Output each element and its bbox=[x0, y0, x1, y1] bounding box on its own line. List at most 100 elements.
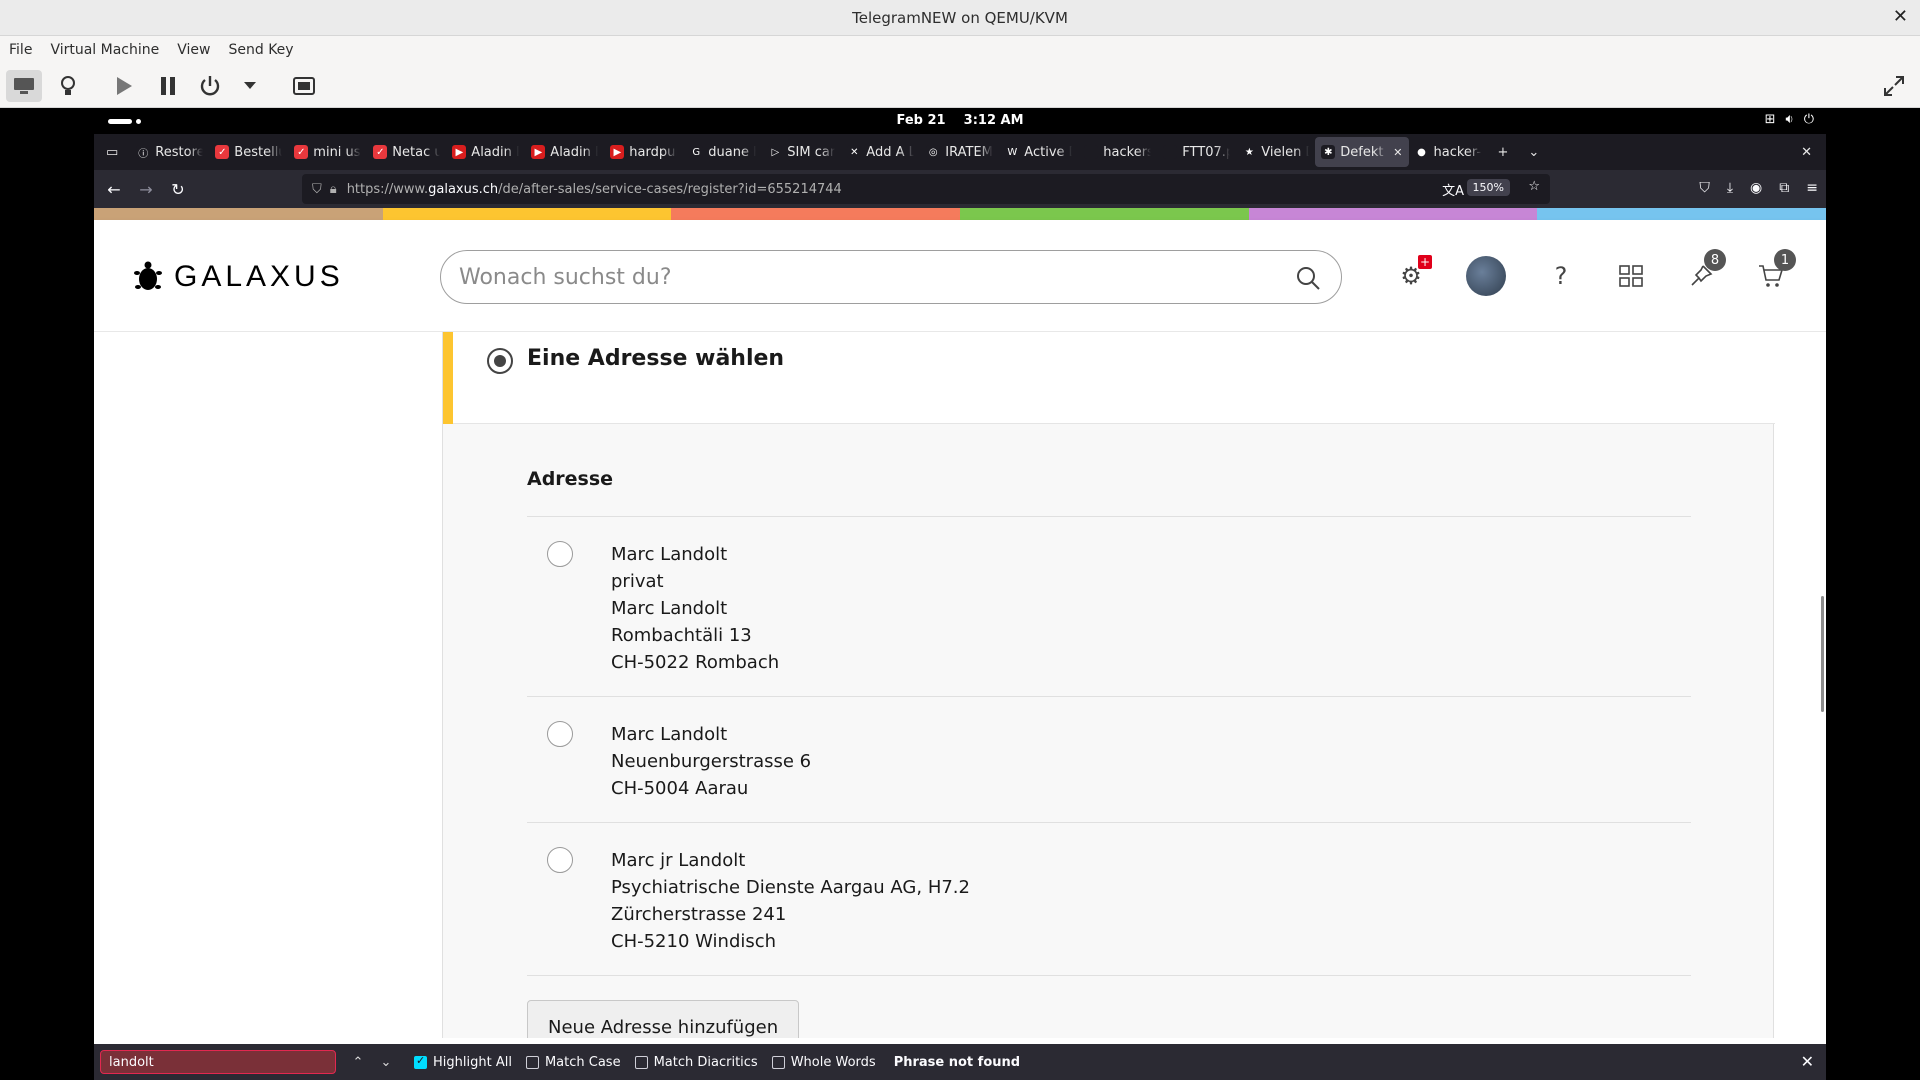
network-icon: ⊞ bbox=[1764, 112, 1776, 127]
gnome-clock[interactable]: Feb 21 3:12 AM bbox=[94, 113, 1826, 128]
app-menu-icon[interactable]: ≡ bbox=[1806, 180, 1818, 196]
system-tray[interactable]: ⊞ 🔉︎ ⏻ bbox=[1765, 112, 1814, 127]
browser-tab[interactable]: ✱ Defekt ✕ bbox=[1315, 137, 1409, 167]
snapshots-icon[interactable] bbox=[286, 70, 322, 102]
vm-close-icon[interactable]: ✕ bbox=[1893, 6, 1908, 27]
extensions-icon[interactable]: ⧉ bbox=[1779, 180, 1789, 196]
account-icon[interactable]: ◉ bbox=[1750, 180, 1762, 196]
address-line: Marc jr Landolt bbox=[611, 850, 746, 871]
browser-tab[interactable]: hackerscard bbox=[1078, 134, 1157, 170]
reload-icon[interactable]: ↻ bbox=[162, 180, 194, 199]
vm-menu-send-key[interactable]: Send Key bbox=[219, 42, 302, 58]
choose-address-radio[interactable] bbox=[487, 348, 513, 374]
find-next-icon[interactable]: ⌄ bbox=[372, 1055, 400, 1070]
tab-label: Active Di bbox=[1024, 144, 1072, 160]
power-menu-chevron-icon[interactable] bbox=[232, 70, 268, 102]
tab-favicon-icon bbox=[1163, 145, 1178, 159]
address-radio[interactable] bbox=[547, 847, 573, 873]
browser-tab[interactable]: ▶ Aladin E bbox=[446, 134, 525, 170]
vm-menu-virtual-machine[interactable]: Virtual Machine bbox=[41, 42, 168, 58]
tab-label: Netac us bbox=[392, 144, 441, 160]
add-new-address-button[interactable]: Neue Adresse hinzufügen bbox=[527, 1000, 800, 1038]
find-option-checkbox[interactable]: Match Diacritics bbox=[634, 1055, 758, 1070]
tab-label: Aladin E bbox=[550, 144, 599, 160]
fullscreen-icon[interactable] bbox=[1876, 70, 1912, 102]
downloads-icon[interactable]: ⤓ bbox=[1727, 180, 1733, 196]
address-line: Neuenburgerstrasse 6 bbox=[611, 751, 812, 772]
search-input[interactable]: Wonach suchst du? bbox=[440, 250, 1342, 304]
grid-menu-icon[interactable] bbox=[1616, 261, 1646, 291]
browser-tab[interactable]: ⓘ Restore S bbox=[130, 134, 209, 170]
checkbox-box[interactable] bbox=[634, 1055, 648, 1069]
tab-favicon-icon: ✓ bbox=[294, 145, 309, 159]
bookmark-star-icon[interactable]: ☆ bbox=[1528, 179, 1540, 194]
zoom-level[interactable]: 150% bbox=[1466, 179, 1510, 196]
power-icon[interactable] bbox=[192, 70, 228, 102]
pocket-icon[interactable]: ⛉ bbox=[1699, 180, 1710, 196]
back-icon[interactable]: ← bbox=[98, 180, 130, 199]
details-view-icon[interactable] bbox=[50, 70, 86, 102]
cart-icon[interactable]: 1 bbox=[1756, 249, 1796, 291]
new-tab-icon[interactable]: + bbox=[1488, 134, 1519, 170]
translate-icon[interactable]: 文A bbox=[1442, 180, 1464, 199]
tab-favicon-icon: W bbox=[1005, 145, 1020, 159]
find-option-checkbox[interactable]: Match Case bbox=[525, 1055, 621, 1070]
vm-menu-view[interactable]: View bbox=[168, 42, 219, 58]
tab-favicon-icon: ✱ bbox=[1321, 145, 1336, 159]
address-radio[interactable] bbox=[547, 721, 573, 747]
address-option[interactable]: Marc jr Landolt Psychiatrische Dienste Aa… bbox=[527, 823, 1691, 976]
settings-gear-icon[interactable]: ⚙ + bbox=[1396, 255, 1432, 291]
avatar[interactable] bbox=[1466, 256, 1506, 296]
address-radio[interactable] bbox=[547, 541, 573, 567]
browser-tab[interactable]: ✓ Bestellu bbox=[209, 134, 288, 170]
galaxus-logo[interactable]: GALAXUS bbox=[134, 260, 344, 294]
lock-icon[interactable]: 🔒︎ bbox=[330, 182, 337, 197]
find-option-checkbox[interactable]: Highlight All bbox=[414, 1054, 512, 1070]
browser-tab[interactable]: ✓ Netac us bbox=[367, 134, 446, 170]
find-input[interactable]: landolt bbox=[100, 1050, 336, 1074]
run-icon[interactable] bbox=[106, 70, 142, 102]
tab-close-icon[interactable]: ✕ bbox=[1393, 146, 1402, 159]
close-window-icon[interactable]: ✕ bbox=[1795, 134, 1818, 170]
forward-icon[interactable]: → bbox=[130, 180, 162, 199]
address-line: Marc Landolt bbox=[611, 544, 728, 565]
address-option[interactable]: Marc Landolt Neuenburgerstrasse 6 CH-5004 … bbox=[527, 697, 1691, 823]
url-bar[interactable]: ⛉ 🔒︎ https://www.galaxus.ch/de/after-sal… bbox=[302, 174, 1550, 204]
address-line: CH-5004 Aarau bbox=[611, 778, 749, 799]
tracking-shield-icon[interactable]: ⛉ bbox=[312, 182, 322, 197]
find-previous-icon[interactable]: ⌃ bbox=[344, 1055, 372, 1070]
browser-tab[interactable]: ▷ SIM card bbox=[762, 134, 841, 170]
browser-tab[interactable]: ✕ Add A Li bbox=[841, 134, 920, 170]
cart-badge: 1 bbox=[1774, 249, 1796, 271]
tab-label: SIM card bbox=[787, 144, 835, 160]
firefox-view-icon[interactable]: ▭ bbox=[94, 134, 130, 170]
browser-tab[interactable]: ◎ IRATEMO bbox=[920, 134, 999, 170]
pause-icon[interactable] bbox=[150, 70, 186, 102]
browser-tab[interactable]: ✓ mini usb bbox=[288, 134, 367, 170]
address-option[interactable]: Marc Landolt privat Marc Landolt Rombachtäl… bbox=[527, 517, 1691, 697]
find-close-icon[interactable]: ✕ bbox=[1801, 1052, 1814, 1071]
page-scrollbar[interactable] bbox=[1821, 596, 1824, 712]
watchlist-pin-icon[interactable]: 8 bbox=[1686, 249, 1726, 291]
search-icon[interactable] bbox=[1295, 265, 1321, 291]
browser-tab[interactable]: FTT07.png ( bbox=[1157, 134, 1236, 170]
browser-tab[interactable]: ▶ Aladin E bbox=[525, 134, 604, 170]
tab-favicon-icon: ▶ bbox=[610, 145, 625, 159]
checkbox-box[interactable] bbox=[414, 1054, 427, 1069]
browser-tab[interactable]: ● hacker-n bbox=[1409, 134, 1488, 170]
console-view-icon[interactable] bbox=[6, 70, 42, 102]
vm-menu-file[interactable]: File bbox=[0, 42, 41, 58]
browser-tab[interactable]: ▶ hardpun bbox=[604, 134, 683, 170]
address-label: Adresse bbox=[527, 468, 614, 490]
list-all-tabs-icon[interactable]: ⌄ bbox=[1518, 134, 1549, 170]
browser-tab[interactable]: ★ Vielen D bbox=[1236, 134, 1315, 170]
help-icon[interactable]: ? bbox=[1546, 261, 1576, 291]
browser-tab[interactable]: Gduane ha bbox=[683, 134, 762, 170]
checkbox-box[interactable] bbox=[771, 1055, 785, 1069]
find-option-checkbox[interactable]: Whole Words bbox=[771, 1055, 876, 1070]
tab-favicon-icon: ⓘ bbox=[136, 145, 151, 160]
browser-tab[interactable]: W Active Di bbox=[999, 134, 1078, 170]
checkbox-box[interactable] bbox=[525, 1055, 539, 1069]
address-selection-card: Eine Adresse wählen Adresse Marc Landolt… bbox=[442, 332, 1775, 1038]
find-status: Phrase not found bbox=[893, 1054, 1021, 1070]
